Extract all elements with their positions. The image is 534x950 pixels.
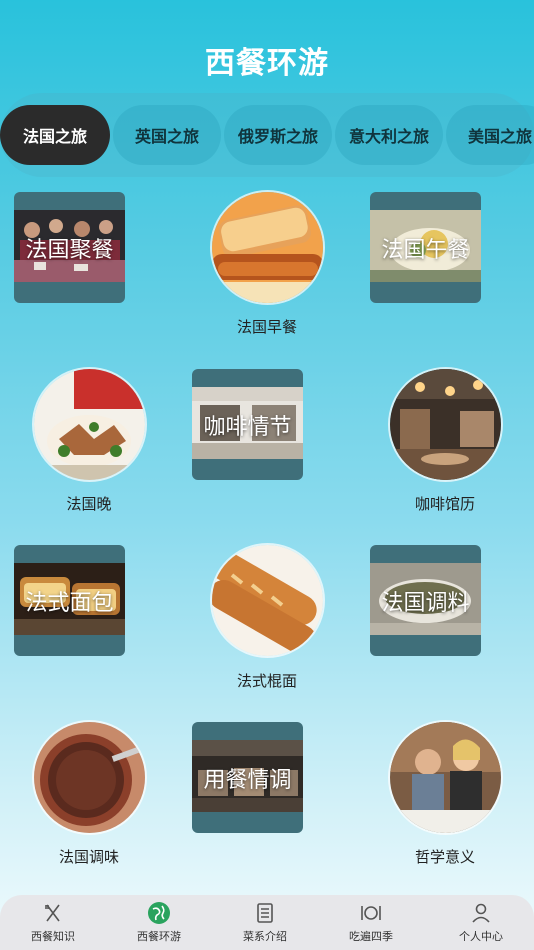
nav-western-travel[interactable]: 西餐环游 [106, 895, 212, 950]
menu-list-icon [257, 903, 273, 923]
cafe-interior-photo [390, 369, 501, 480]
grid-label: 咖啡馆历 [414, 495, 475, 513]
grid-item-french-bread[interactable]: 法式面包 [14, 545, 125, 656]
nav-label: 西餐知识 [31, 930, 75, 943]
grid-item-france-dinner[interactable] [34, 369, 145, 480]
nav-label: 西餐环游 [137, 930, 181, 943]
grid-label: 法式面包 [25, 590, 114, 616]
nav-four-seasons[interactable]: 吃遍四季 [318, 895, 424, 950]
couple-cafe-photo [390, 722, 501, 833]
grid-label: 用餐情调 [203, 767, 292, 793]
plate-cutlery-icon [361, 906, 381, 920]
grid-item-french-seasoning[interactable] [34, 722, 145, 833]
grid-item-dining-mood[interactable]: 用餐情调 [192, 722, 303, 833]
grid-item-baguette[interactable] [212, 545, 323, 656]
nav-cuisine-intro[interactable]: 菜系介绍 [212, 895, 318, 950]
grid-item-cafe-history[interactable] [390, 369, 501, 480]
grid-label: 哲学意义 [414, 848, 475, 866]
grid-item-philosophy[interactable] [390, 722, 501, 833]
grid-item-france-breakfast[interactable] [212, 192, 323, 303]
grid-label: 法国聚餐 [25, 237, 114, 263]
page-title: 西餐环游 [205, 46, 329, 81]
nav-personal-center[interactable]: 个人中心 [428, 895, 534, 950]
chocolate-sauce-photo [34, 722, 145, 833]
globe-icon [148, 902, 170, 924]
tab-russia[interactable]: 俄罗斯之旅 [224, 105, 332, 165]
lamb-dinner-photo [34, 369, 145, 480]
nav-label: 菜系介绍 [243, 930, 287, 943]
grid-item-france-lunch[interactable]: 法国午餐 [370, 192, 481, 303]
nav-western-knowledge[interactable]: 西餐知识 [0, 895, 106, 950]
grid-item-coffee-plot[interactable]: 咖啡情节 [192, 369, 303, 480]
grid-item-french-spices[interactable]: 法国调料 [370, 545, 481, 656]
tab-italy[interactable]: 意大利之旅 [335, 105, 443, 165]
fork-knife-icon [45, 904, 60, 922]
tab-britain[interactable]: 英国之旅 [113, 105, 221, 165]
grid-label: 法国午餐 [381, 237, 470, 263]
grid-label: 法国晚 [66, 495, 112, 513]
grid-label: 法国调味 [58, 848, 119, 866]
tab-france[interactable]: 法国之旅 [0, 105, 110, 165]
baguette-photo [212, 545, 323, 656]
person-icon [472, 903, 490, 923]
nav-label: 吃遍四季 [349, 930, 393, 943]
bottom-nav-bar: 西餐知识 西餐环游 菜系介绍 吃遍四季 个人中心 [0, 895, 534, 950]
grid-item-france-gathering[interactable]: 法国聚餐 [14, 192, 125, 303]
tab-usa[interactable]: 美国之旅 [446, 105, 534, 165]
toast-breakfast-photo [212, 192, 323, 303]
grid-label: 法式棍面 [236, 672, 297, 690]
grid-label: 咖啡情节 [203, 414, 292, 440]
grid-label: 法国早餐 [236, 318, 297, 336]
nav-label: 个人中心 [459, 930, 503, 943]
grid-label: 法国调料 [381, 590, 470, 616]
